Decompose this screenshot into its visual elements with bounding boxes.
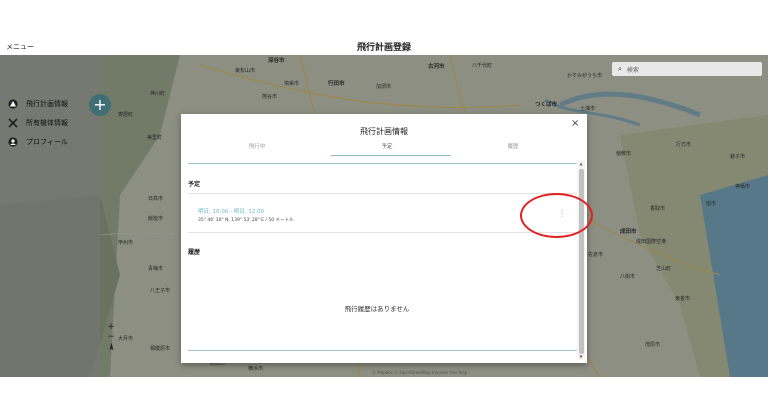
sidebar: 飛行計画情報 所有機体情報 プロフィール bbox=[0, 55, 100, 377]
close-icon[interactable]: × bbox=[571, 118, 579, 129]
zoom-out-button[interactable]: − bbox=[106, 332, 116, 342]
search-placeholder: 検索 bbox=[626, 66, 639, 74]
drone-x-icon bbox=[8, 118, 18, 128]
flight-location: 35° 46' 16" N, 139° 53' 28" E / 50 メートル bbox=[198, 218, 294, 223]
flight-time-range: 明日, 10:00 - 明日, 12:00 bbox=[198, 209, 265, 215]
drone-triangle-icon bbox=[8, 99, 18, 109]
tab-scheduled[interactable]: 予定 bbox=[322, 142, 452, 150]
page-title: 飛行計画登録 bbox=[356, 43, 411, 53]
scrollbar-thumb[interactable] bbox=[579, 169, 584, 354]
map-attribution[interactable]: © Mapbox © OpenStreetMap Improve this ma… bbox=[372, 370, 467, 375]
sidebar-item-label: 飛行計画情報 bbox=[26, 100, 68, 108]
search-icon: ⌕ bbox=[618, 64, 622, 73]
content-top-border bbox=[188, 163, 578, 164]
zoom-controls: + − bbox=[106, 322, 116, 352]
scheduled-flight-item[interactable]: 明日, 10:00 - 明日, 12:00 35° 46' 16" N, 139… bbox=[188, 200, 577, 230]
annotation-circle bbox=[520, 193, 593, 238]
tab-history[interactable]: 履歴 bbox=[448, 142, 578, 150]
active-tab-indicator bbox=[331, 155, 451, 156]
app-header: メニュー 飛行計画登録 bbox=[0, 0, 768, 55]
scheduled-heading: 予定 bbox=[188, 181, 201, 188]
sidebar-item-aircraft[interactable]: 所有機体情報 bbox=[8, 117, 68, 129]
plus-icon: + bbox=[93, 95, 107, 114]
history-heading: 履歴 bbox=[188, 249, 201, 256]
flight-plan-dialog: 飛行計画情報 × 飛行中 予定 履歴 予定 明日, 10:00 - 明日, 12… bbox=[181, 114, 587, 363]
bottom-strip bbox=[0, 377, 768, 400]
scroll-down-icon[interactable]: ▼ bbox=[578, 354, 584, 359]
divider bbox=[188, 193, 577, 194]
sidebar-item-label: プロフィール bbox=[26, 138, 68, 146]
compass-icon[interactable] bbox=[106, 342, 116, 352]
empty-history-message: 飛行履歴はありません bbox=[344, 305, 410, 313]
divider bbox=[188, 232, 577, 233]
zoom-in-button[interactable]: + bbox=[106, 322, 116, 332]
person-icon bbox=[8, 137, 18, 147]
sidebar-item-flight-plan[interactable]: 飛行計画情報 bbox=[8, 98, 68, 110]
map-search-input[interactable]: ⌕ 検索 bbox=[612, 62, 762, 76]
add-flight-plan-button[interactable]: + bbox=[89, 94, 111, 116]
dialog-title: 飛行計画情報 bbox=[360, 127, 408, 136]
sidebar-item-label: 所有機体情報 bbox=[26, 119, 68, 127]
content-bottom-border bbox=[188, 350, 577, 351]
scroll-up-icon[interactable]: ▲ bbox=[578, 161, 584, 166]
tab-in-flight[interactable]: 飛行中 bbox=[192, 142, 322, 150]
sidebar-item-profile[interactable]: プロフィール bbox=[8, 136, 68, 148]
